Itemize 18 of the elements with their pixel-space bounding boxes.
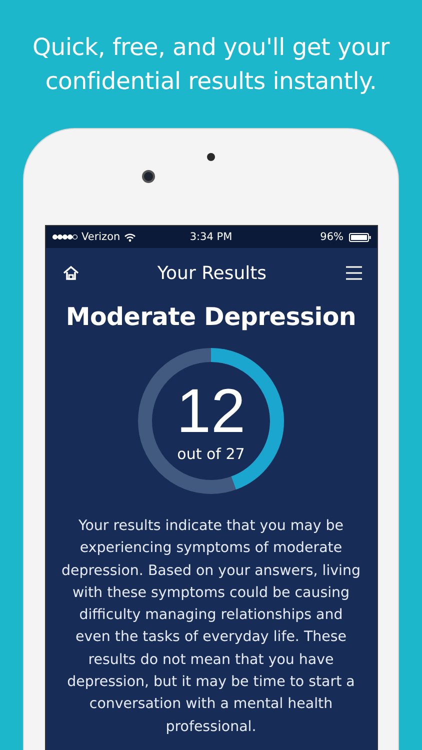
wifi-icon (124, 232, 136, 242)
home-icon (62, 265, 80, 281)
home-button[interactable] (62, 265, 80, 281)
result-description: Your results indicate that you may be experiencing symptoms of moderate depression. Based on your answers, living with these symptoms could be causing difficulty managing relationships and even the tasks of everyday life. These results do not mean that you have depression, but it may be time to start a conversation with a mental health professional. (61, 517, 361, 737)
screen-title: Your Results (157, 262, 267, 284)
menu-icon (344, 265, 362, 281)
menu-button[interactable] (344, 265, 362, 281)
status-time: 3:34 PM (190, 231, 232, 243)
battery-percent: 96% (320, 231, 344, 243)
score-value: 12 (176, 381, 246, 443)
camera-icon (142, 170, 155, 183)
battery-icon (348, 232, 370, 242)
result-title: Moderate Depression (66, 302, 356, 331)
speaker-dot (207, 153, 215, 161)
score-total: out of 27 (177, 445, 245, 463)
carrier-name: Verizon (82, 231, 120, 243)
signal-icon (52, 234, 78, 240)
headline: Quick, free, and you'll get your confidential results instantly. (31, 32, 391, 97)
